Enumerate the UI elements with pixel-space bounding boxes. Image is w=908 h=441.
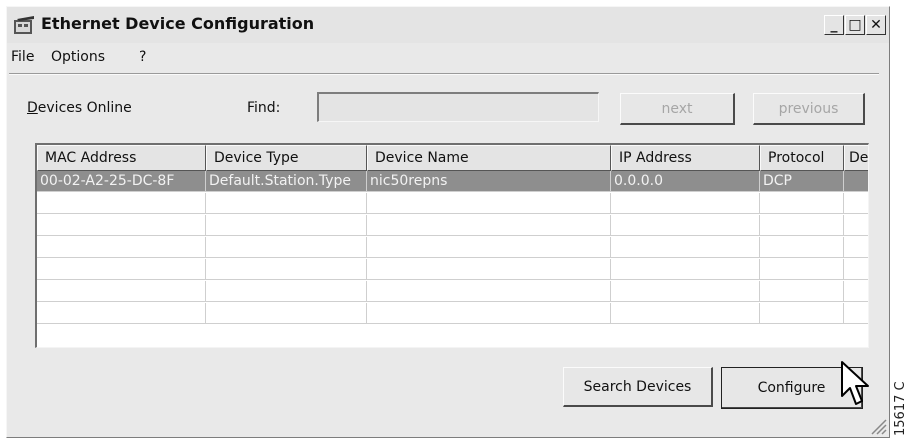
table-cell	[760, 193, 844, 213]
table-cell	[206, 237, 367, 257]
table-row[interactable]: 00-02-A2-25-DC-8F Default.Station.Type nic…	[37, 171, 868, 192]
table-cell: Default.Station.Type	[206, 171, 367, 191]
table-cell	[611, 237, 760, 257]
devices-online-text: evices Online	[37, 100, 132, 116]
table-cell	[844, 237, 868, 257]
table-cell	[611, 193, 760, 213]
table-cell	[611, 215, 760, 235]
find-label: Find:	[247, 100, 280, 116]
table-cell	[844, 193, 868, 213]
window-title: Ethernet Device Configuration	[41, 14, 315, 33]
title-bar[interactable]: Ethernet Device Configuration _ □ ✕	[7, 7, 889, 43]
menu-bar: File Options ?	[7, 46, 889, 70]
resize-grip-icon[interactable]	[869, 417, 887, 435]
table-cell	[611, 259, 760, 279]
table-row[interactable]	[37, 259, 868, 280]
table-cell	[844, 171, 868, 191]
previous-button[interactable]: previous	[753, 93, 865, 125]
table-cell	[37, 259, 206, 279]
table-cell	[844, 259, 868, 279]
app-window: Ethernet Device Configuration _ □ ✕ File…	[6, 6, 890, 438]
devices-table[interactable]: MAC Address Device Type Device Name IP A…	[35, 143, 869, 348]
next-label: next	[661, 100, 693, 117]
close-icon: ✕	[870, 17, 882, 33]
table-cell	[37, 215, 206, 235]
close-button[interactable]: ✕	[866, 15, 886, 35]
table-cell	[611, 303, 760, 323]
minimize-icon: _	[830, 17, 838, 33]
table-row[interactable]	[37, 215, 868, 236]
table-cell: DCP	[760, 171, 844, 191]
menu-divider	[9, 73, 879, 75]
configure-label: Configure	[757, 379, 826, 396]
table-cell	[760, 281, 844, 301]
table-cell	[611, 281, 760, 301]
table-row[interactable]	[37, 303, 868, 324]
table-cell	[37, 303, 206, 323]
maximize-button[interactable]: □	[845, 15, 865, 35]
table-cell: nic50repns	[367, 171, 611, 191]
table-cell	[844, 215, 868, 235]
table-header: MAC Address Device Type Device Name IP A…	[37, 145, 868, 171]
table-cell	[367, 237, 611, 257]
find-input[interactable]	[317, 92, 599, 122]
table-cell	[206, 259, 367, 279]
table-cell	[760, 237, 844, 257]
table-cell	[844, 303, 868, 323]
search-devices-label: Search Devices	[583, 378, 692, 395]
next-button[interactable]: next	[620, 93, 735, 125]
find-text: Find:	[247, 100, 281, 116]
menu-options[interactable]: Options	[51, 49, 105, 65]
column-header-de[interactable]: De	[844, 145, 868, 171]
table-cell	[760, 303, 844, 323]
column-header-protocol[interactable]: Protocol	[760, 145, 844, 171]
app-icon	[14, 16, 34, 34]
table-cell	[367, 215, 611, 235]
maximize-icon: □	[848, 17, 862, 33]
column-header-ip[interactable]: IP Address	[611, 145, 760, 171]
table-cell	[206, 281, 367, 301]
table-cell	[37, 281, 206, 301]
table-cell	[206, 215, 367, 235]
table-cell	[367, 193, 611, 213]
table-cell	[206, 303, 367, 323]
menu-file[interactable]: File	[11, 49, 34, 65]
column-header-device-name[interactable]: Device Name	[367, 145, 611, 171]
table-cell	[760, 215, 844, 235]
table-cell	[367, 303, 611, 323]
devices-online-label: Devices Online	[27, 100, 132, 116]
previous-label: previous	[778, 100, 839, 117]
menu-help[interactable]: ?	[139, 49, 146, 65]
table-cell	[37, 237, 206, 257]
table-cell	[367, 259, 611, 279]
mouse-cursor-icon	[841, 361, 869, 405]
table-cell: 00-02-A2-25-DC-8F	[37, 171, 206, 191]
table-cell	[206, 193, 367, 213]
table-row[interactable]	[37, 237, 868, 258]
table-cell	[367, 281, 611, 301]
table-row[interactable]	[37, 281, 868, 302]
figure-code: 15617 C	[893, 381, 908, 436]
table-cell	[37, 193, 206, 213]
table-cell	[844, 281, 868, 301]
column-header-device-type[interactable]: Device Type	[206, 145, 367, 171]
minimize-button[interactable]: _	[824, 15, 844, 35]
table-row[interactable]	[37, 193, 868, 214]
search-devices-button[interactable]: Search Devices	[563, 367, 713, 407]
table-cell: 0.0.0.0	[611, 171, 760, 191]
table-cell	[760, 259, 844, 279]
column-header-mac[interactable]: MAC Address	[37, 145, 206, 171]
